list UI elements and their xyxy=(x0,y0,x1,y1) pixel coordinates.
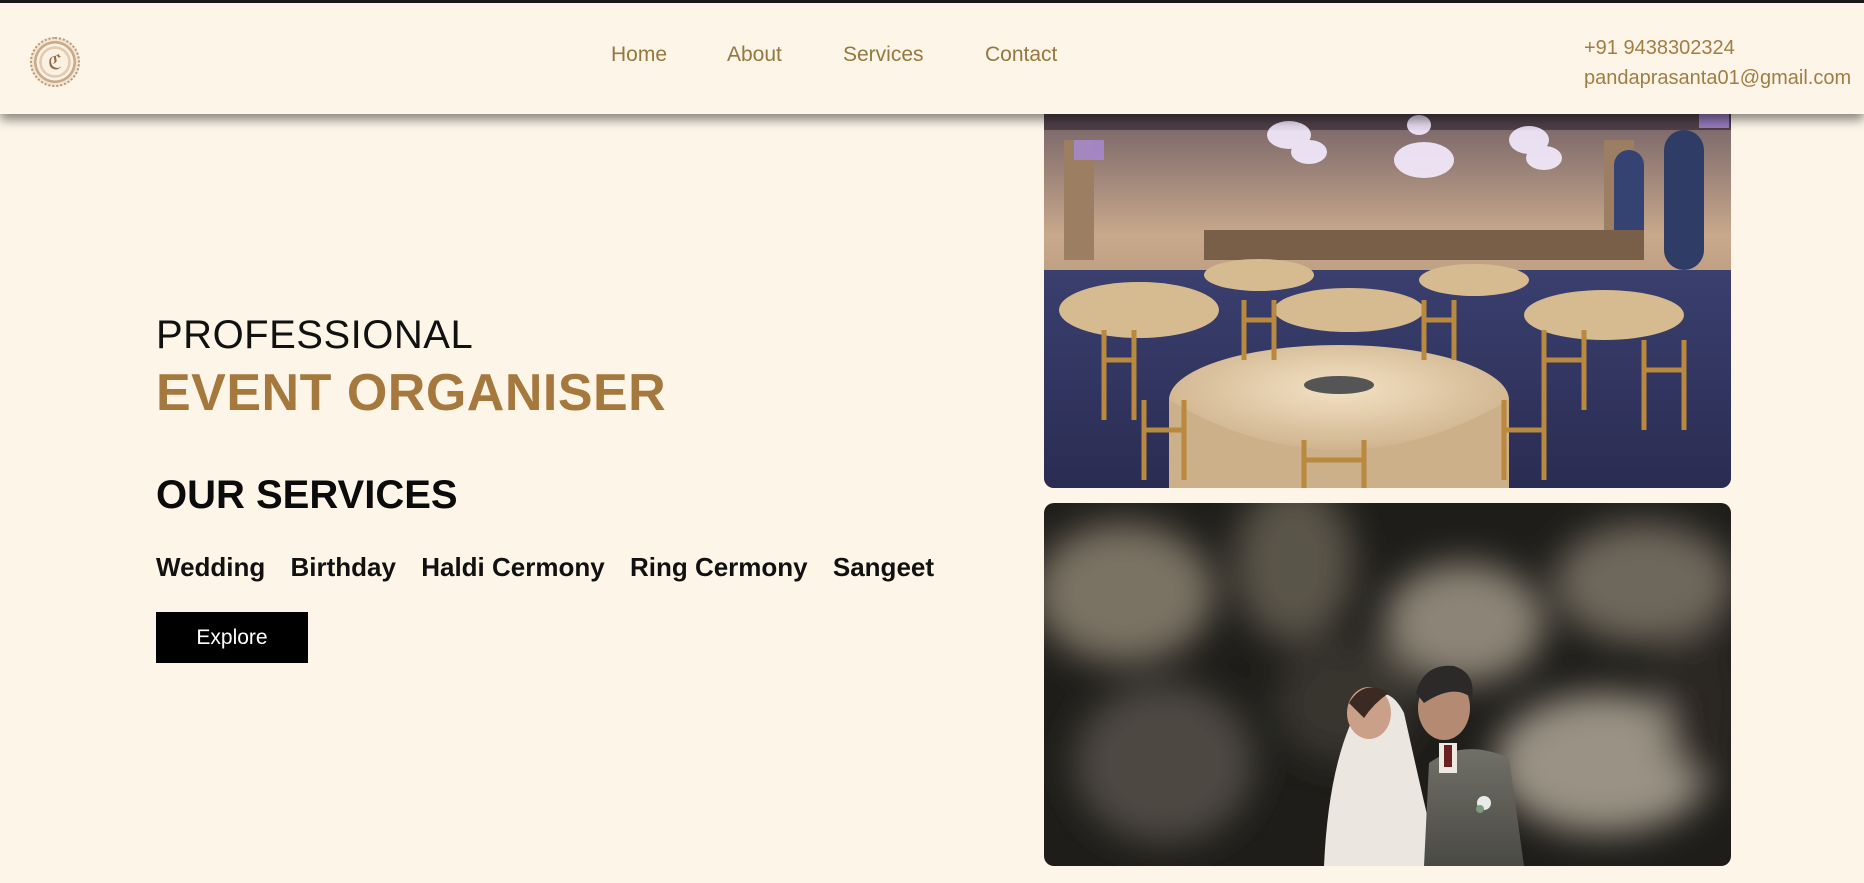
hero-subtitle: PROFESSIONAL xyxy=(156,313,474,357)
service-item-wedding: Wedding xyxy=(156,552,266,582)
nav-contact-link[interactable]: Contact xyxy=(985,43,1057,67)
services-heading: OUR SERVICES xyxy=(156,473,458,517)
contact-email[interactable]: pandaprasanta01@gmail.com xyxy=(1584,63,1851,93)
nav-about-link[interactable]: About xyxy=(727,43,782,67)
ornamental-logo-icon[interactable]: ℭ xyxy=(30,37,80,87)
services-list: Wedding Birthday Haldi Cermony Ring Cerm… xyxy=(156,552,952,583)
nav-services-link[interactable]: Services xyxy=(843,43,924,67)
service-item-birthday: Birthday xyxy=(290,552,396,582)
contact-info: +91 9438302324 pandaprasanta01@gmail.com xyxy=(1584,33,1851,93)
service-item-sangeet: Sangeet xyxy=(832,552,935,582)
contact-phone[interactable]: +91 9438302324 xyxy=(1584,33,1851,63)
hero-title: EVENT ORGANISER xyxy=(156,364,667,422)
navbar: ℭ Home About Services Contact +91 943830… xyxy=(0,3,1864,114)
explore-button[interactable]: Explore xyxy=(156,612,308,663)
service-item-ring: Ring Cermony xyxy=(629,552,808,582)
service-item-haldi: Haldi Cermony xyxy=(421,552,605,582)
wedding-couple-photo xyxy=(1044,503,1731,866)
banquet-hall-photo xyxy=(1044,100,1731,488)
nav-home-link[interactable]: Home xyxy=(611,43,667,67)
